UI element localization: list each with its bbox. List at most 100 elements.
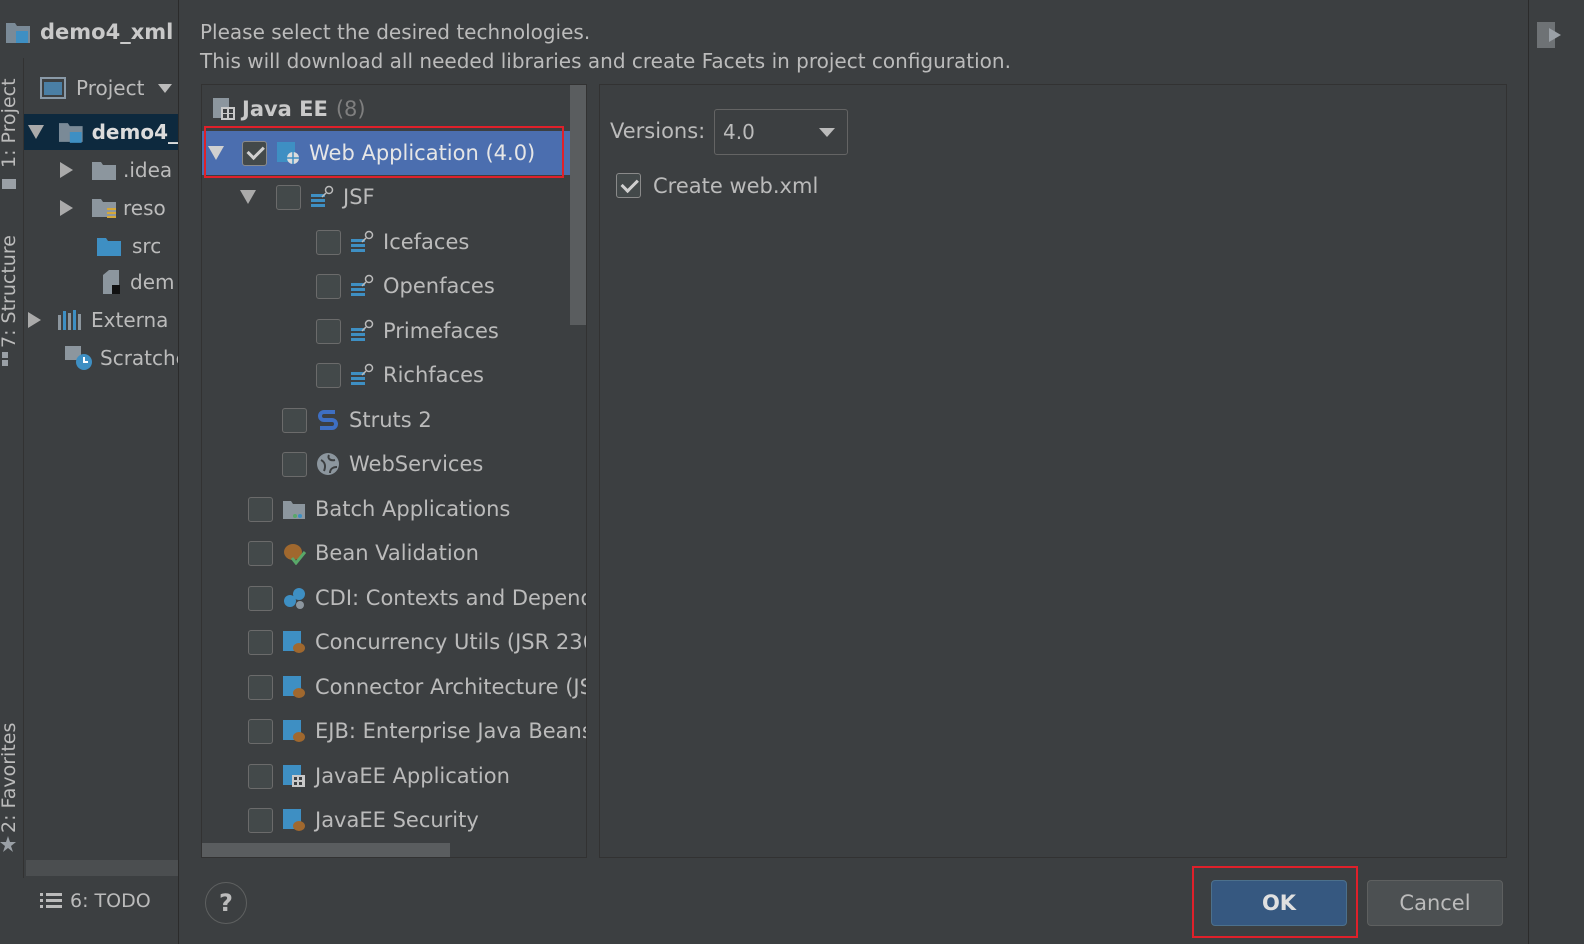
webservices-checkbox[interactable]	[282, 451, 307, 477]
project-view-dropdown[interactable]: Project	[24, 68, 178, 108]
help-button[interactable]: ?	[205, 882, 247, 924]
jsf-checkbox[interactable]	[276, 184, 301, 210]
ide-project-pane: demo4_xml 1: Project 7: Structure 2: Fav…	[0, 0, 188, 944]
ok-button[interactable]: OK	[1211, 880, 1347, 926]
group-header-javaee: Java EE (8)	[202, 87, 570, 131]
concurrency-utils-checkbox[interactable]	[248, 629, 273, 655]
struts-icon	[318, 410, 338, 430]
framework-item-javaee-security[interactable]: JavaEE Security	[202, 798, 570, 842]
framework-item-jsf[interactable]: JSF	[202, 175, 570, 219]
framework-item-bean-validation[interactable]: Bean Validation	[202, 531, 570, 575]
horizontal-scrollbar[interactable]	[26, 860, 178, 876]
chevron-down-icon	[158, 83, 173, 93]
intro-text-line-1: Please select the desired technologies.	[200, 20, 591, 44]
cancel-button[interactable]: Cancel	[1367, 880, 1503, 926]
tree-item-resources[interactable]: reso	[60, 190, 166, 226]
javaee-bean-icon	[283, 676, 305, 698]
add-frameworks-dialog: Please select the desired technologies. …	[178, 0, 1528, 944]
list-icon	[40, 893, 62, 908]
framework-item-primefaces[interactable]: Primefaces	[202, 309, 570, 353]
bean-validation-checkbox[interactable]	[248, 540, 273, 566]
framework-label: WebServices	[349, 452, 484, 476]
icefaces-checkbox[interactable]	[316, 229, 341, 255]
structure-icon	[2, 352, 8, 366]
framework-label: Batch Applications	[315, 497, 511, 521]
web-app-icon	[277, 142, 299, 164]
framework-item-concurrency-utils[interactable]: Concurrency Utils (JSR 236)	[202, 620, 586, 664]
expand-arrow-icon	[208, 146, 224, 160]
javaee-bean-icon	[283, 720, 305, 742]
tree-item-project-root[interactable]: demo4_	[24, 114, 178, 150]
framework-label: Primefaces	[383, 319, 499, 343]
todo-label: 6: TODO	[70, 890, 151, 912]
framework-item-connector-architecture[interactable]: Connector Architecture (JSF	[202, 665, 586, 709]
framework-label: Struts 2	[349, 408, 432, 432]
project-view-label: Project	[76, 76, 145, 100]
create-webxml-checkbox[interactable]	[616, 173, 641, 198]
tree-item-idea[interactable]: .idea	[60, 152, 172, 188]
javaee-security-checkbox[interactable]	[248, 807, 273, 833]
ide-right-strip	[1528, 0, 1584, 944]
tab-favorites[interactable]: 2: Favorites	[0, 723, 20, 833]
struts2-checkbox[interactable]	[282, 407, 307, 433]
ide-title-bar: demo4_xml	[0, 12, 178, 52]
create-webxml-option[interactable]: Create web.xml	[616, 173, 818, 198]
framework-item-openfaces[interactable]: Openfaces	[202, 264, 570, 308]
framework-item-webservices[interactable]: WebServices	[202, 442, 570, 486]
framework-item-ejb[interactable]: EJB: Enterprise Java Beans	[202, 709, 586, 753]
framework-label: Icefaces	[383, 230, 470, 254]
ejb-checkbox[interactable]	[248, 718, 273, 744]
javaee-bean-icon	[283, 809, 305, 831]
side-tool-strip: 1: Project 7: Structure 2: Favorites	[0, 58, 24, 878]
folder-icon	[2, 179, 16, 189]
framework-label: Web Application (4.0)	[309, 141, 536, 165]
todo-tool-button[interactable]: 6: TODO	[40, 884, 151, 918]
tree-item-label: Scratche	[100, 346, 188, 370]
framework-item-batch-applications[interactable]: Batch Applications	[202, 487, 570, 531]
gradle-icon	[1537, 22, 1561, 48]
versions-dropdown[interactable]: 4.0	[714, 109, 848, 155]
framework-item-javaee-application[interactable]: JavaEE Application	[202, 754, 570, 798]
tab-structure[interactable]: 7: Structure	[0, 235, 20, 348]
list-horizontal-scrollbar[interactable]	[202, 843, 450, 857]
primefaces-checkbox[interactable]	[316, 318, 341, 344]
globe-icon	[317, 453, 339, 475]
web-application-checkbox[interactable]	[242, 140, 267, 166]
file-icon	[103, 270, 120, 294]
jsf-icon	[351, 319, 374, 341]
library-icon	[58, 310, 81, 330]
framework-label: JavaEE Application	[315, 764, 510, 788]
framework-item-icefaces[interactable]: Icefaces	[202, 220, 570, 264]
tree-item-external-libraries[interactable]: Externa	[28, 302, 168, 338]
connector-architecture-checkbox[interactable]	[248, 674, 273, 700]
framework-label: Richfaces	[383, 363, 484, 387]
framework-item-web-application[interactable]: Web Application (4.0)	[202, 131, 570, 175]
cdi-checkbox[interactable]	[248, 585, 273, 611]
javaee-app-icon	[283, 765, 305, 787]
tree-item-label: src	[132, 234, 162, 258]
project-folder-icon	[6, 23, 30, 43]
tree-item-src[interactable]: src	[96, 228, 161, 264]
javaee-application-checkbox[interactable]	[248, 763, 273, 789]
framework-label: JSF	[343, 185, 375, 209]
chevron-down-icon	[819, 128, 835, 137]
tree-item-label: .idea	[123, 158, 173, 182]
richfaces-checkbox[interactable]	[316, 362, 341, 388]
framework-item-struts2[interactable]: Struts 2	[202, 398, 570, 442]
openfaces-checkbox[interactable]	[316, 273, 341, 299]
collapsed-arrow-icon	[60, 200, 73, 216]
tree-item-scratches[interactable]: Scratche	[64, 340, 188, 376]
jsf-icon	[351, 274, 374, 296]
expand-arrow-icon	[240, 190, 256, 204]
versions-label: Versions:	[610, 119, 706, 143]
framework-item-cdi[interactable]: CDI: Contexts and Depende	[202, 576, 586, 620]
framework-item-richfaces[interactable]: Richfaces	[202, 353, 570, 397]
tree-item-iml-file[interactable]: dem	[100, 264, 174, 300]
framework-label: Concurrency Utils (JSR 236)	[315, 630, 587, 654]
framework-label: Bean Validation	[315, 541, 479, 565]
javaee-bean-icon	[283, 631, 305, 653]
batch-applications-checkbox[interactable]	[248, 496, 273, 522]
list-vertical-scrollbar[interactable]	[570, 85, 586, 325]
tab-project[interactable]: 1: Project	[0, 78, 20, 168]
tree-item-label: dem	[130, 270, 175, 294]
